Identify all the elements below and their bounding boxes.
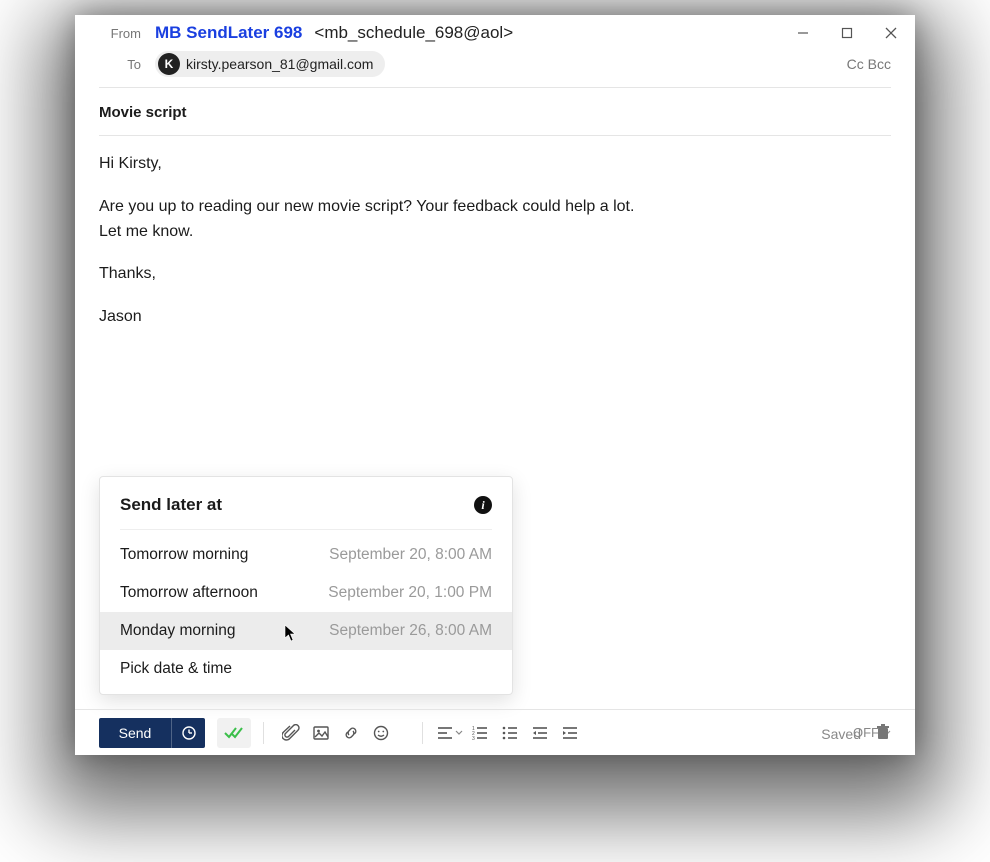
emoji-icon[interactable] (366, 718, 396, 748)
body-signature: Jason (99, 305, 891, 330)
subject-field[interactable]: Movie script (75, 88, 915, 135)
send-later-button[interactable] (171, 718, 205, 748)
from-account-name[interactable]: MB SendLater 698 (155, 23, 302, 43)
discard-draft-button[interactable] (875, 723, 891, 745)
avatar: K (158, 53, 180, 75)
svg-text:3: 3 (472, 736, 475, 740)
compose-toolbar: Send (75, 709, 915, 755)
from-label: From (99, 26, 155, 41)
close-button[interactable] (871, 21, 911, 45)
saved-indicator: Saved (821, 726, 861, 742)
to-label: To (99, 57, 155, 72)
option-label: Tomorrow morning (120, 546, 248, 564)
body-thanks: Thanks, (99, 262, 891, 287)
minimize-button[interactable] (783, 21, 823, 45)
option-time: September 20, 1:00 PM (328, 584, 492, 602)
outdent-icon[interactable] (525, 718, 555, 748)
separator (422, 722, 423, 744)
compose-window: From MB SendLater 698 <mb_schedule_698@a… (75, 15, 915, 755)
option-label: Pick date & time (120, 660, 232, 678)
send-button[interactable]: Send (99, 718, 171, 748)
recipient-chip[interactable]: K kirsty.pearson_81@gmail.com (155, 51, 385, 77)
body-greeting: Hi Kirsty, (99, 152, 891, 177)
from-account-address: <mb_schedule_698@aol> (314, 23, 513, 43)
link-icon[interactable] (336, 718, 366, 748)
attach-icon[interactable] (276, 718, 306, 748)
window-controls (783, 21, 911, 45)
option-time: September 26, 8:00 AM (329, 622, 492, 640)
mouse-cursor-icon (284, 624, 298, 647)
double-check-button[interactable] (217, 718, 251, 748)
send-later-option-pick-date-time[interactable]: Pick date & time (100, 650, 512, 694)
info-icon[interactable]: i (474, 496, 492, 514)
popup-title: Send later at (120, 495, 222, 515)
numbered-list-icon[interactable]: 123 (465, 718, 495, 748)
option-time: September 20, 8:00 AM (329, 546, 492, 564)
recipient-email: kirsty.pearson_81@gmail.com (186, 56, 373, 72)
align-icon[interactable] (435, 718, 465, 748)
divider (120, 529, 492, 530)
bullet-list-icon[interactable] (495, 718, 525, 748)
maximize-button[interactable] (827, 21, 867, 45)
send-later-popup: Send later at i Tomorrow morning Septemb… (99, 476, 513, 695)
indent-icon[interactable] (555, 718, 585, 748)
image-icon[interactable] (306, 718, 336, 748)
body-paragraph: Are you up to reading our new movie scri… (99, 195, 891, 245)
send-later-option-tomorrow-afternoon[interactable]: Tomorrow afternoon September 20, 1:00 PM (100, 574, 512, 612)
email-body[interactable]: Hi Kirsty, Are you up to reading our new… (75, 136, 915, 364)
send-later-option-monday-morning[interactable]: Monday morning September 26, 8:00 AM (100, 612, 512, 650)
cc-bcc-toggle[interactable]: Cc Bcc (847, 56, 891, 72)
send-later-option-tomorrow-morning[interactable]: Tomorrow morning September 20, 8:00 AM (100, 536, 512, 574)
option-label: Tomorrow afternoon (120, 584, 258, 602)
separator (263, 722, 264, 744)
option-label: Monday morning (120, 622, 235, 640)
